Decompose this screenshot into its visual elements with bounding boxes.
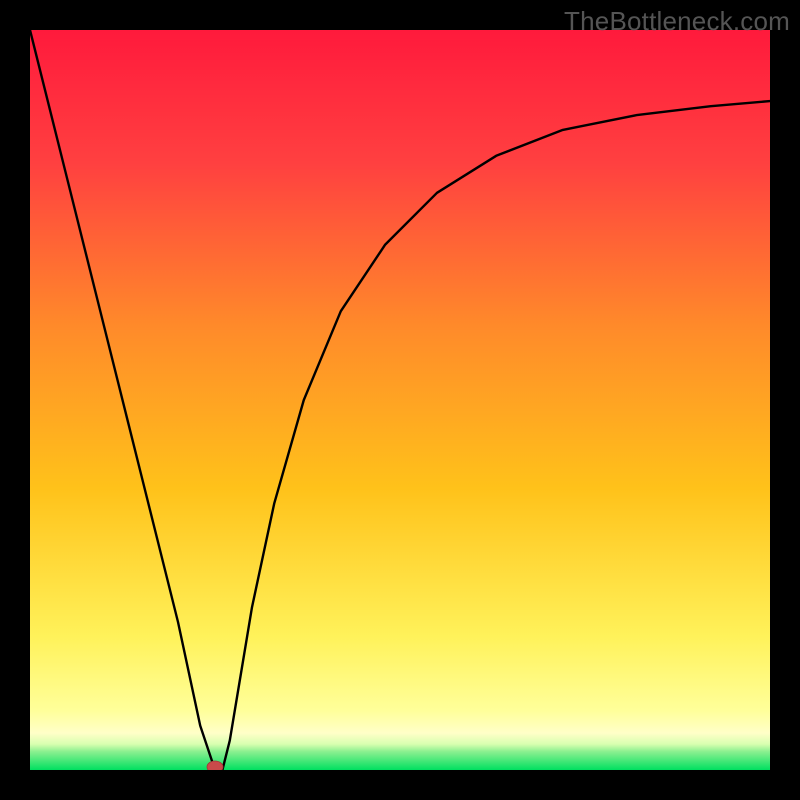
chart-svg (30, 30, 770, 770)
gradient-background (30, 30, 770, 770)
chart-frame (30, 30, 770, 770)
watermark-text: TheBottleneck.com (564, 6, 790, 37)
optimum-marker (207, 761, 223, 770)
